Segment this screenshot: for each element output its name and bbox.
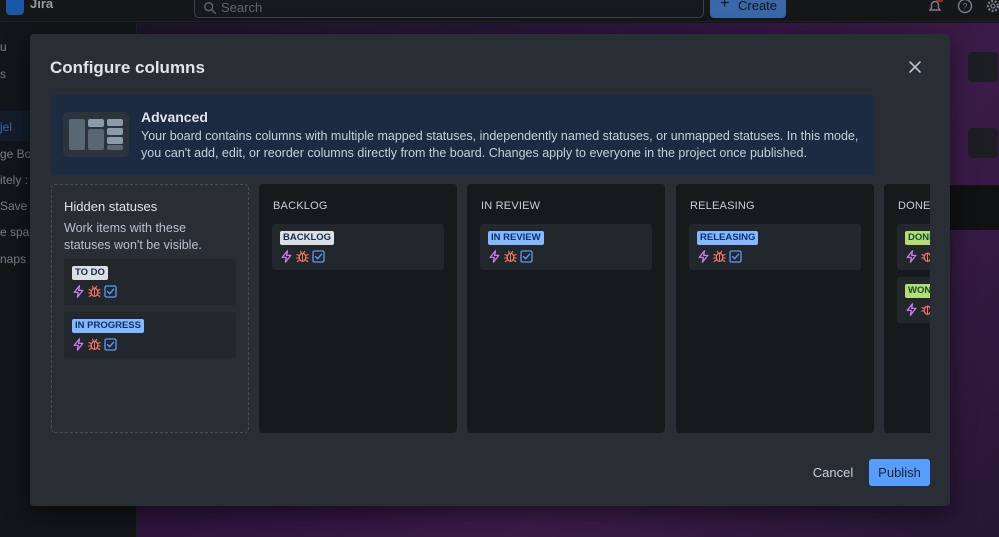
column-in-review[interactable]: IN REVIEW IN REVIEW — [467, 184, 665, 433]
status-lozenge: TO DO — [72, 266, 108, 280]
status-lozenge: IN REVIEW — [488, 231, 544, 245]
status-card[interactable]: RELEASING — [689, 224, 861, 270]
banner-title: Advanced — [141, 109, 208, 125]
status-lozenge: BACKLOG — [280, 231, 335, 245]
publish-button[interactable]: Publish — [869, 459, 930, 486]
advanced-mode-banner: Advanced Your board contains columns wit… — [51, 95, 874, 175]
epic-icon — [73, 338, 84, 351]
column-title: DONE — [898, 200, 930, 212]
column-title: IN REVIEW — [481, 200, 541, 212]
task-icon — [729, 250, 742, 263]
task-icon — [104, 338, 117, 351]
epic-icon — [906, 250, 917, 263]
hidden-statuses-column[interactable]: Hidden statuses Work items with these st… — [51, 184, 249, 433]
column-title: RELEASING — [690, 200, 755, 212]
column-releasing[interactable]: RELEASING RELEASING — [676, 184, 874, 433]
column-done[interactable]: DONE DONE WON'T DO — [884, 184, 930, 433]
task-icon — [312, 250, 325, 263]
bug-icon — [504, 250, 517, 263]
status-card[interactable]: DONE — [897, 224, 930, 270]
bug-icon — [921, 305, 930, 315]
column-backlog[interactable]: BACKLOG BACKLOG — [259, 184, 457, 433]
status-lozenge: DONE — [905, 231, 930, 245]
configure-columns-dialog: Configure columns Advanced Your board co… — [30, 34, 950, 506]
status-card[interactable]: BACKLOG — [272, 224, 444, 270]
task-icon — [520, 250, 533, 263]
status-card[interactable]: IN PROGRESS — [64, 312, 236, 358]
epic-icon — [281, 250, 292, 263]
task-icon — [104, 285, 117, 298]
epic-icon — [73, 285, 84, 298]
hidden-statuses-description: Work items with these statuses won't be … — [64, 221, 202, 252]
bug-icon — [88, 338, 101, 351]
status-lozenge: RELEASING — [697, 231, 759, 245]
epic-icon — [489, 250, 500, 263]
modal-title: Configure columns — [50, 58, 205, 77]
epic-icon — [698, 250, 709, 263]
bug-icon — [88, 285, 101, 298]
column-title: BACKLOG — [273, 200, 328, 212]
close-icon[interactable] — [906, 58, 924, 76]
status-card[interactable]: IN REVIEW — [480, 224, 652, 270]
status-lozenge: IN PROGRESS — [72, 319, 144, 333]
epic-icon — [906, 303, 917, 316]
board-columns-illustration-icon — [63, 112, 129, 157]
bug-icon — [921, 252, 930, 262]
status-card[interactable]: WON'T DO — [897, 277, 930, 323]
cancel-button[interactable]: Cancel — [805, 460, 861, 486]
bug-icon — [296, 250, 309, 263]
banner-description: Your board contains columns with multipl… — [141, 129, 859, 160]
bug-icon — [713, 250, 726, 263]
status-lozenge: WON'T DO — [905, 284, 930, 298]
columns-scroll-area[interactable]: Hidden statuses Work items with these st… — [51, 184, 930, 434]
hidden-statuses-title: Hidden statuses — [64, 199, 158, 214]
status-card[interactable]: TO DO — [64, 259, 236, 305]
